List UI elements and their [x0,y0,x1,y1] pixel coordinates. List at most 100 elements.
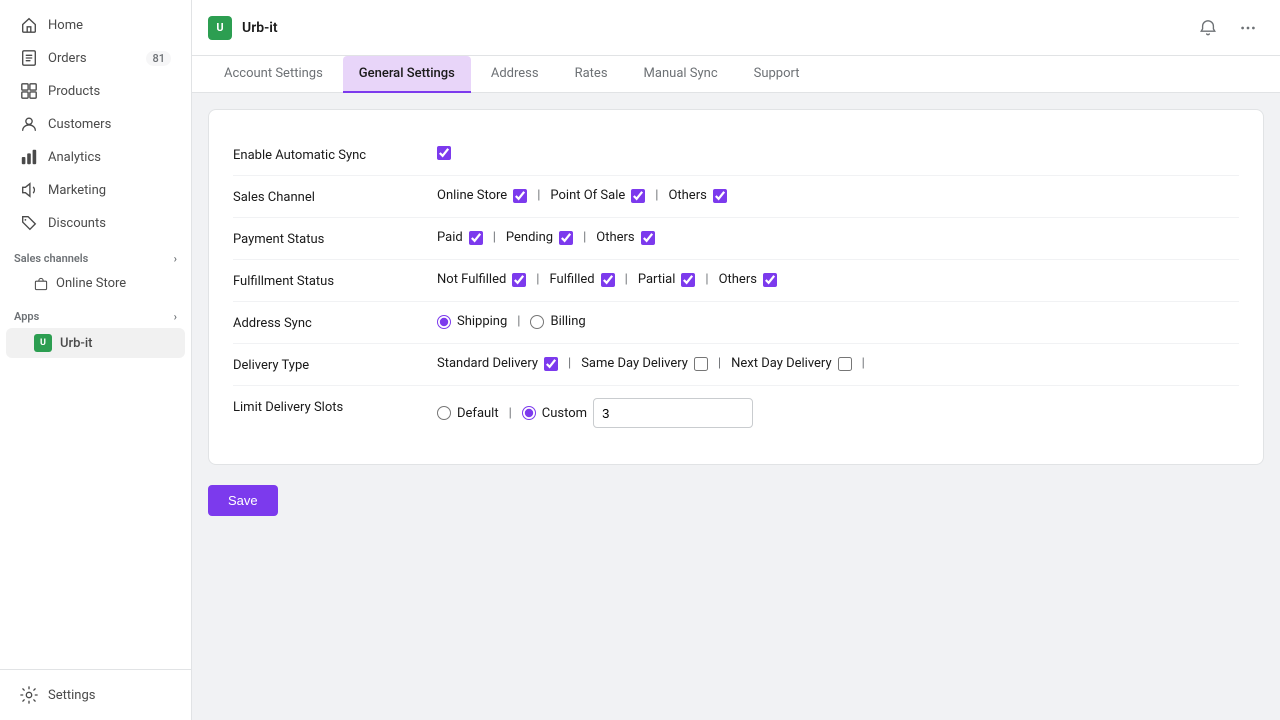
urb-it-icon: U [34,334,52,352]
payment-paid-checkbox[interactable] [469,231,483,245]
next-day-delivery-checkbox[interactable] [838,357,852,371]
billing-radio[interactable] [530,315,544,329]
settings-label: Settings [48,688,95,703]
standard-delivery-text: Standard Delivery [437,356,538,371]
separator-10: | [718,356,721,371]
tab-general-settings[interactable]: General Settings [343,56,471,93]
settings-card: Enable Automatic Sync Sales Channel Onli… [208,109,1264,465]
apps-expand-icon[interactable]: › [174,310,177,323]
partial-checkbox[interactable] [681,273,695,287]
sales-channels-expand-icon[interactable]: › [174,252,177,265]
fulfillment-status-row: Fulfillment Status Not Fulfilled | Fulfi… [233,260,1239,302]
payment-others-text: Others [596,230,634,245]
sales-channel-others-checkbox[interactable] [713,189,727,203]
fulfillment-others-checkbox[interactable] [763,273,777,287]
topbar-app-icon: U [208,16,232,40]
delivery-type-control: Standard Delivery | Same Day Delivery | … [437,356,1239,371]
sidebar-footer: Settings [0,669,191,720]
sales-channel-control: Online Store | Point Of Sale | Others [437,188,1239,203]
sidebar-item-urb-it[interactable]: U Urb-it [6,328,185,358]
sales-channel-pos-checkbox[interactable] [631,189,645,203]
default-slots-text: Default [457,406,499,421]
partial-text: Partial [638,272,676,287]
sales-channels-section: Sales channels › [0,240,191,269]
topbar-title: Urb-it [242,20,278,36]
save-button[interactable]: Save [208,485,278,516]
custom-slots-radio[interactable] [522,406,536,420]
custom-slots-text: Custom [542,406,587,421]
sidebar-item-marketing[interactable]: Marketing [6,174,185,206]
sidebar-item-online-store[interactable]: Online Store [6,270,185,297]
sidebar-item-customers[interactable]: Customers [6,108,185,140]
limit-delivery-slots-label: Limit Delivery Slots [233,398,413,415]
payment-pending-checkbox[interactable] [559,231,573,245]
separator-3: | [493,230,496,245]
payment-others-checkbox[interactable] [641,231,655,245]
online-store-label: Online Store [56,276,126,291]
limit-delivery-slots-control: Default | Custom [437,398,1239,428]
others-text: Others [668,188,706,203]
sidebar-item-discounts[interactable]: Discounts [6,207,185,239]
payment-status-label: Payment Status [233,230,413,247]
sidebar-item-home[interactable]: Home [6,9,185,41]
fulfilled-text: Fulfilled [549,272,594,287]
separator-5: | [536,272,539,287]
pending-text: Pending [506,230,553,245]
sidebar-nav: Home Orders 81 Product [0,0,191,669]
sidebar-item-orders[interactable]: Orders 81 [6,42,185,74]
tab-account-settings[interactable]: Account Settings [208,56,339,93]
sidebar-item-orders-label: Orders [48,51,87,66]
point-of-sale-text: Point Of Sale [550,188,625,203]
sidebar-item-marketing-label: Marketing [48,183,106,198]
custom-slots-input[interactable] [593,398,753,428]
content-area: Enable Automatic Sync Sales Channel Onli… [192,93,1280,720]
sales-channels-label: Sales channels [14,252,88,265]
paid-text: Paid [437,230,463,245]
tabs-bar: Account Settings General Settings Addres… [192,56,1280,93]
default-slots-radio[interactable] [437,406,451,420]
topbar-actions [1192,12,1264,44]
sidebar-item-products-label: Products [48,84,100,99]
address-sync-label: Address Sync [233,314,413,331]
same-day-delivery-checkbox[interactable] [694,357,708,371]
sales-channel-row: Sales Channel Online Store | Point Of Sa… [233,176,1239,218]
tab-support[interactable]: Support [738,56,816,93]
sidebar-item-discounts-label: Discounts [48,216,106,231]
tab-manual-sync[interactable]: Manual Sync [628,56,734,93]
urb-it-label: Urb-it [60,336,92,351]
main-content: U Urb-it Account Settings General Settin… [192,0,1280,720]
sales-channel-online-store-checkbox[interactable] [513,189,527,203]
same-day-delivery-text: Same Day Delivery [581,356,688,371]
not-fulfilled-checkbox[interactable] [512,273,526,287]
shipping-radio[interactable] [437,315,451,329]
separator-11: | [862,356,865,371]
enable-automatic-sync-control [437,146,1239,160]
marketing-icon [20,181,38,199]
enable-automatic-sync-label: Enable Automatic Sync [233,146,413,163]
separator-12: | [509,406,512,421]
sidebar-item-analytics[interactable]: Analytics [6,141,185,173]
separator-6: | [625,272,628,287]
shipping-text: Shipping [457,314,507,329]
notifications-button[interactable] [1192,12,1224,44]
standard-delivery-checkbox[interactable] [544,357,558,371]
topbar: U Urb-it [192,0,1280,56]
enable-automatic-sync-checkbox[interactable] [437,146,451,160]
fulfillment-status-control: Not Fulfilled | Fulfilled | Partial | Ot… [437,272,1239,287]
fulfilled-checkbox[interactable] [601,273,615,287]
not-fulfilled-text: Not Fulfilled [437,272,506,287]
online-store-icon [34,277,48,291]
sidebar-item-settings[interactable]: Settings [6,679,185,711]
customers-icon [20,115,38,133]
analytics-icon [20,148,38,166]
tab-address[interactable]: Address [475,56,555,93]
products-icon [20,82,38,100]
home-icon [20,16,38,34]
sidebar-item-customers-label: Customers [48,117,111,132]
next-day-delivery-text: Next Day Delivery [731,356,832,371]
discounts-icon [20,214,38,232]
sidebar-item-products[interactable]: Products [6,75,185,107]
more-options-button[interactable] [1232,12,1264,44]
tab-rates[interactable]: Rates [559,56,624,93]
limit-delivery-slots-row: Limit Delivery Slots Default | Custom [233,386,1239,440]
